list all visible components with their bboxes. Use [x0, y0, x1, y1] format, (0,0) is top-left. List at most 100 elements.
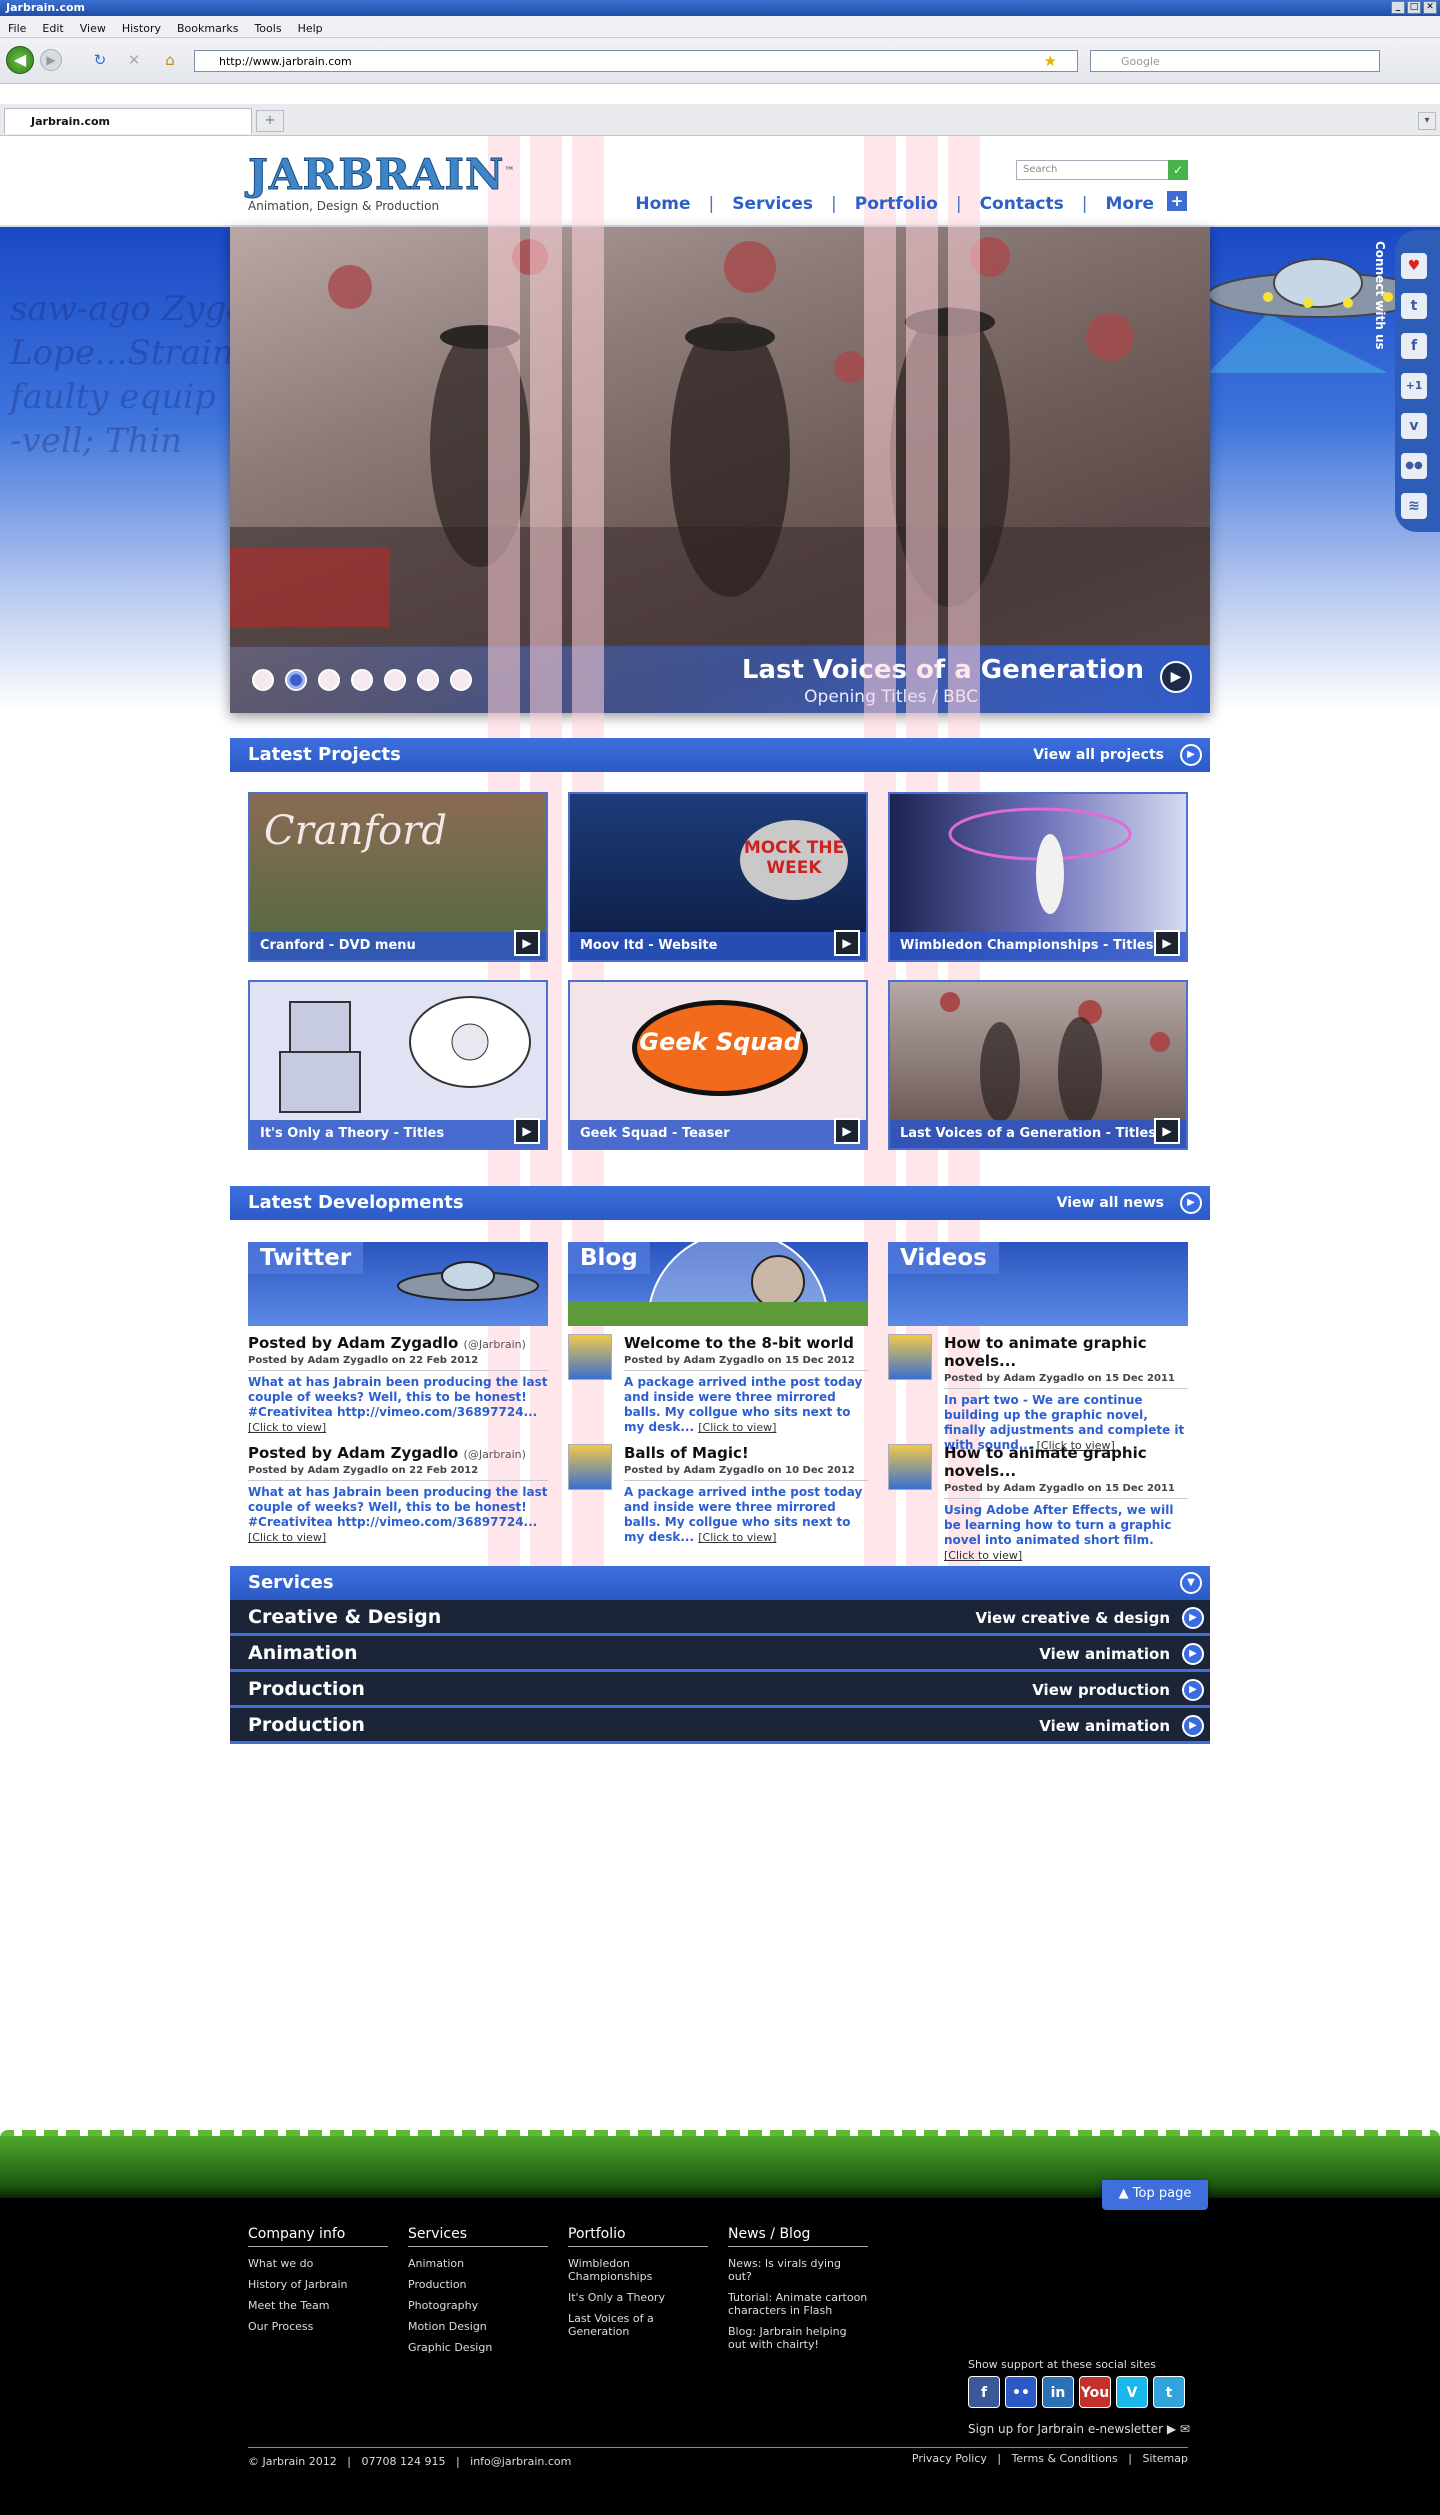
- menu-history[interactable]: History: [122, 22, 161, 35]
- slide-play-button[interactable]: ▶: [1160, 661, 1192, 693]
- rss-icon[interactable]: ≋: [1401, 493, 1427, 519]
- service-row[interactable]: Production View animation ▶: [230, 1708, 1210, 1744]
- post-title[interactable]: Balls of Magic!: [624, 1444, 868, 1462]
- slide-dot[interactable]: [252, 669, 274, 691]
- maximize-button[interactable]: □: [1407, 1, 1421, 14]
- chevron-down-icon[interactable]: ▼: [1180, 1572, 1202, 1594]
- play-icon[interactable]: ▶: [834, 1118, 860, 1144]
- footer-link[interactable]: What we do: [248, 2257, 388, 2270]
- videos-column-header[interactable]: Videos: [888, 1242, 1188, 1326]
- nav-home[interactable]: Home: [635, 194, 690, 214]
- menu-help[interactable]: Help: [298, 22, 323, 35]
- footer-link[interactable]: Motion Design: [408, 2320, 548, 2333]
- slide-dot[interactable]: [351, 669, 373, 691]
- play-icon[interactable]: ▶: [514, 930, 540, 956]
- google-plus-icon[interactable]: +1: [1401, 373, 1427, 399]
- click-to-view-link[interactable]: [Click to view]: [944, 1549, 1022, 1562]
- footer-link[interactable]: Photography: [408, 2299, 548, 2312]
- menu-tools[interactable]: Tools: [254, 22, 281, 35]
- footer-link[interactable]: Production: [408, 2278, 548, 2291]
- play-icon[interactable]: ▶: [514, 1118, 540, 1144]
- arrow-right-icon[interactable]: ▶: [1180, 1192, 1202, 1214]
- arrow-right-icon[interactable]: ▶: [1182, 1715, 1204, 1737]
- slide-dot[interactable]: [384, 669, 406, 691]
- more-plus-icon[interactable]: +: [1167, 191, 1187, 211]
- service-row[interactable]: Animation View animation ▶: [230, 1636, 1210, 1672]
- nav-more[interactable]: More: [1105, 194, 1154, 214]
- facebook-icon[interactable]: f: [1401, 333, 1427, 359]
- site-search-input[interactable]: Search: [1016, 160, 1170, 180]
- view-all-news-link[interactable]: View all news: [1057, 1195, 1164, 1211]
- forward-button[interactable]: ▶: [40, 49, 62, 71]
- post-title[interactable]: How to animate graphic novels...: [944, 1334, 1188, 1370]
- flickr-icon[interactable]: ●●: [1401, 453, 1427, 479]
- footer-link[interactable]: History of Jarbrain: [248, 2278, 388, 2291]
- twitter-icon[interactable]: t: [1401, 293, 1427, 319]
- service-row[interactable]: Creative & Design View creative & design…: [230, 1600, 1210, 1636]
- post-thumbnail[interactable]: [888, 1444, 932, 1490]
- play-icon[interactable]: ▶: [834, 930, 860, 956]
- footer-link[interactable]: News: Is virals dying out?: [728, 2257, 868, 2283]
- blog-column-header[interactable]: Blog: [568, 1242, 868, 1326]
- browser-search-input[interactable]: Google: [1090, 50, 1380, 72]
- menu-edit[interactable]: Edit: [42, 22, 63, 35]
- tab-jarbrain[interactable]: Jarbrain.com: [4, 108, 252, 134]
- back-button[interactable]: ◀: [6, 46, 34, 74]
- footer-link[interactable]: Wimbledon Championships: [568, 2257, 708, 2283]
- project-card[interactable]: Geek Squad Geek Squad - Teaser ▶: [568, 980, 868, 1150]
- privacy-policy-link[interactable]: Privacy Policy: [912, 2452, 987, 2465]
- project-card[interactable]: Cranford Cranford - DVD menu ▶: [248, 792, 548, 962]
- click-to-view-link[interactable]: [Click to view]: [698, 1421, 776, 1434]
- slide-dot[interactable]: [285, 669, 307, 691]
- footer-link[interactable]: It's Only a Theory: [568, 2291, 708, 2304]
- project-card[interactable]: It's Only a Theory - Titles ▶: [248, 980, 548, 1150]
- play-icon[interactable]: ▶: [1154, 930, 1180, 956]
- footer-link[interactable]: Meet the Team: [248, 2299, 388, 2312]
- arrow-right-icon[interactable]: ▶: [1182, 1679, 1204, 1701]
- slide-dot[interactable]: [450, 669, 472, 691]
- footer-link[interactable]: Animation: [408, 2257, 548, 2270]
- tab-list-button[interactable]: ▾: [1418, 112, 1436, 130]
- top-page-button[interactable]: ▲ Top page: [1102, 2180, 1208, 2210]
- post-title[interactable]: Welcome to the 8-bit world: [624, 1334, 868, 1352]
- view-all-projects-link[interactable]: View all projects: [1033, 747, 1164, 763]
- post-thumbnail[interactable]: [888, 1334, 932, 1380]
- footer-link[interactable]: Last Voices of a Generation: [568, 2312, 708, 2338]
- click-to-view-link[interactable]: [Click to view]: [248, 1421, 326, 1434]
- click-to-view-link[interactable]: [Click to view]: [698, 1531, 776, 1544]
- flickr-icon[interactable]: ••: [1005, 2376, 1037, 2408]
- terms-link[interactable]: Terms & Conditions: [1012, 2452, 1118, 2465]
- service-link[interactable]: View creative & design: [975, 1609, 1170, 1627]
- address-bar[interactable]: http://www.jarbrain.com ★: [194, 50, 1078, 72]
- vimeo-icon[interactable]: v: [1401, 413, 1427, 439]
- reload-icon[interactable]: ↻: [90, 50, 110, 70]
- hero-slide[interactable]: Last Voices of a Generation Opening Titl…: [230, 227, 1210, 713]
- twitter-column-header[interactable]: Twitter: [248, 1242, 548, 1326]
- home-icon[interactable]: ⌂: [160, 50, 180, 70]
- arrow-right-icon[interactable]: ▶: [1180, 744, 1202, 766]
- post-thumbnail[interactable]: [568, 1334, 612, 1380]
- arrow-right-icon[interactable]: ▶: [1182, 1607, 1204, 1629]
- footer-link[interactable]: Tutorial: Animate cartoon characters in …: [728, 2291, 868, 2317]
- search-go-icon[interactable]: ✓: [1168, 160, 1188, 180]
- vimeo-icon[interactable]: V: [1116, 2376, 1148, 2408]
- slide-dot[interactable]: [417, 669, 439, 691]
- post-title[interactable]: How to animate graphic novels...: [944, 1444, 1188, 1480]
- service-row[interactable]: Production View production ▶: [230, 1672, 1210, 1708]
- twitter-icon[interactable]: t: [1153, 2376, 1185, 2408]
- sitemap-link[interactable]: Sitemap: [1142, 2452, 1188, 2465]
- nav-services[interactable]: Services: [732, 194, 813, 214]
- service-link[interactable]: View production: [1032, 1681, 1170, 1699]
- menu-file[interactable]: File: [8, 22, 26, 35]
- menu-view[interactable]: View: [80, 22, 106, 35]
- site-logo[interactable]: JARBRAIN™ Animation, Design & Production: [247, 150, 515, 213]
- play-icon[interactable]: ▶: [1154, 1118, 1180, 1144]
- post-thumbnail[interactable]: [568, 1444, 612, 1490]
- footer-link[interactable]: Blog: Jarbrain helping out with chairty!: [728, 2325, 868, 2351]
- youtube-icon[interactable]: You: [1079, 2376, 1111, 2408]
- project-card[interactable]: Wimbledon Championships - Titles ▶: [888, 792, 1188, 962]
- newsletter-signup-link[interactable]: Sign up for Jarbrain e-newsletter ▶ ✉: [968, 2422, 1190, 2436]
- arrow-right-icon[interactable]: ▶: [1182, 1643, 1204, 1665]
- click-to-view-link[interactable]: [Click to view]: [248, 1531, 326, 1544]
- bookmark-star-icon[interactable]: ★: [1044, 52, 1057, 70]
